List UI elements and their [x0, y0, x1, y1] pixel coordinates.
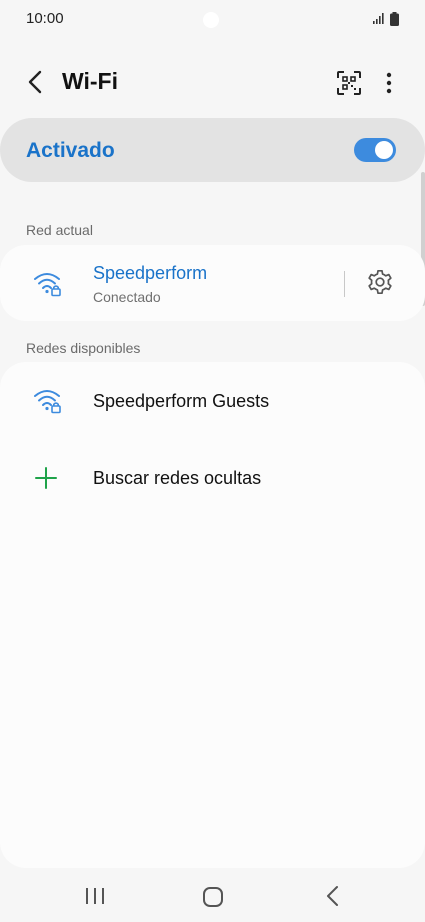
more-vert-icon[interactable]: [378, 70, 400, 96]
section-header-current: Red actual: [26, 222, 93, 238]
available-network-name: Speedperform Guests: [93, 391, 270, 411]
system-nav-bar: [0, 870, 425, 922]
wifi-lock-icon: [34, 273, 61, 297]
plus-icon: [35, 467, 57, 489]
master-switch-label: Activado: [26, 139, 115, 162]
camera-cutout: [203, 12, 219, 28]
signal-icon: [373, 13, 384, 24]
current-network-status: Conectado: [93, 289, 161, 305]
search-hidden-networks-label: Buscar redes ocultas: [93, 468, 262, 488]
status-bar: 10:00: [0, 0, 425, 38]
gear-icon[interactable]: [366, 268, 394, 296]
battery-icon: [390, 12, 399, 26]
qr-scan-icon[interactable]: [336, 70, 362, 96]
nav-back-icon[interactable]: [322, 885, 344, 907]
home-icon[interactable]: [202, 886, 224, 908]
current-network-card[interactable]: Speedperform Conectado: [0, 245, 425, 321]
recents-icon[interactable]: [84, 886, 106, 906]
divider: [344, 271, 345, 297]
section-header-available: Redes disponibles: [26, 340, 141, 356]
wifi-lock-icon: [34, 390, 61, 414]
back-arrow-icon[interactable]: [22, 68, 50, 96]
toggle-knob: [375, 141, 393, 159]
available-networks-card: Speedperform Guests: [0, 362, 425, 868]
wifi-master-switch[interactable]: Activado: [0, 118, 425, 182]
available-network-item[interactable]: Speedperform Guests: [0, 362, 425, 442]
page-title: Wi-Fi: [62, 68, 118, 94]
current-network-name: Speedperform: [93, 263, 208, 283]
status-time: 10:00: [26, 10, 64, 27]
app-bar: Wi-Fi: [0, 56, 425, 110]
search-hidden-networks[interactable]: Buscar redes ocultas: [0, 442, 425, 516]
wifi-toggle[interactable]: [354, 138, 396, 162]
